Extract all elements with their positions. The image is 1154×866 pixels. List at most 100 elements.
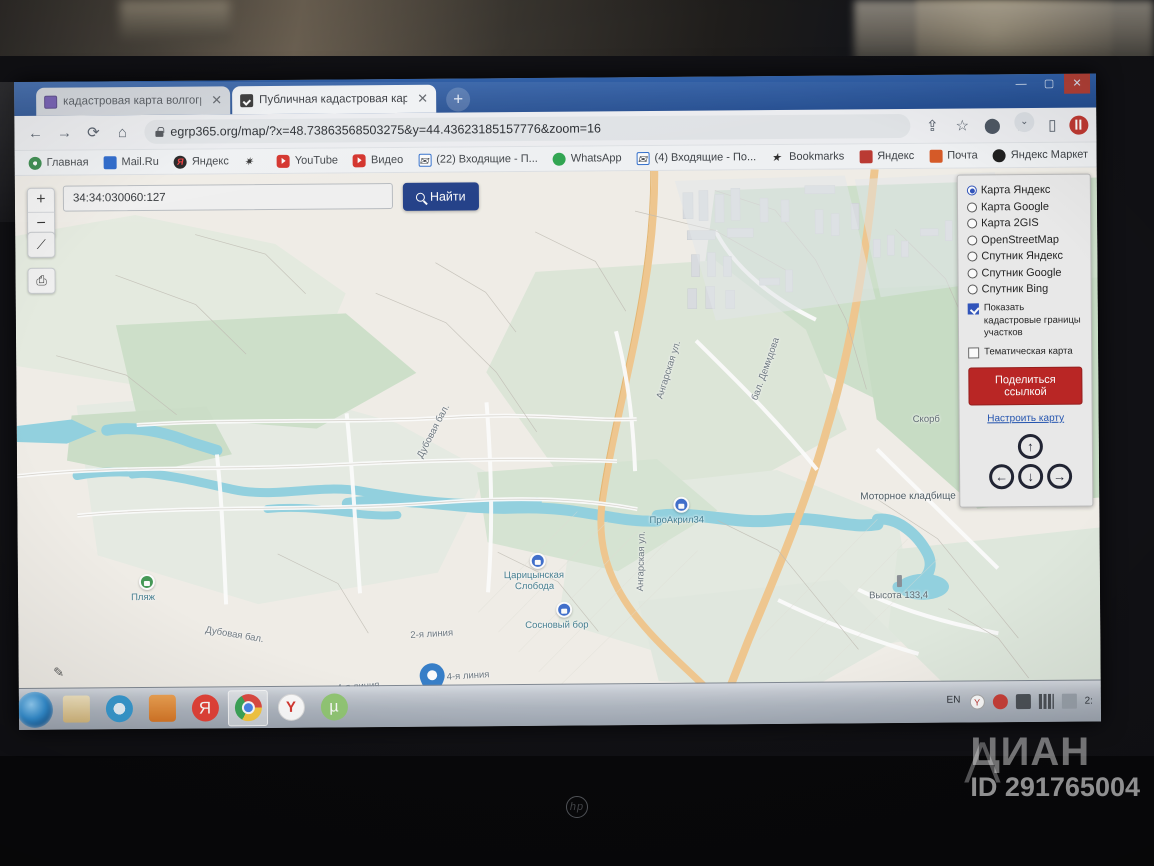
- layer-label: OpenStreetMap: [981, 233, 1059, 246]
- taskbar-chrome-icon[interactable]: [227, 689, 269, 726]
- search-icon: [415, 192, 425, 202]
- bookmark-item[interactable]: Яндекс: [168, 153, 235, 171]
- search-input[interactable]: 34:34:030060:127: [62, 183, 394, 212]
- bookmark-item[interactable]: Почта: [923, 147, 984, 164]
- bookmark-label: (22) Входящие - П...: [436, 152, 538, 166]
- monitor-brand-logo: hp: [0, 796, 1154, 818]
- poi-label: ПроАкрил34: [649, 514, 705, 527]
- taskbar-yandex-icon[interactable]: [185, 690, 225, 726]
- close-tab-icon[interactable]: ✕: [207, 92, 222, 108]
- bookmark-item[interactable]: YouTube: [271, 152, 344, 170]
- poi-pin-proakril[interactable]: [673, 496, 690, 513]
- start-orb-icon[interactable]: [16, 691, 54, 728]
- hp-logo-text: hp: [566, 796, 588, 818]
- check-circle-favicon-icon: [240, 93, 254, 107]
- measure-tool-icon[interactable]: ⟋: [27, 231, 56, 258]
- pencil-tool-icon[interactable]: ✎: [47, 662, 71, 684]
- bookmark-item[interactable]: ★ Bookmarks: [765, 148, 850, 166]
- monitor-screen: кадастровая карта волгоградск ✕ Публична…: [14, 73, 1102, 730]
- share-link-button[interactable]: Поделиться ссылкой: [968, 366, 1083, 406]
- checkbox-thematic-map[interactable]: Тематическая карта: [968, 345, 1082, 359]
- bookmark-item[interactable]: ✉ (22) Входящие - П...: [412, 150, 544, 168]
- layer-label: Спутник Google: [981, 266, 1062, 279]
- layer-option-yandex-satellite[interactable]: Спутник Яндекс: [967, 249, 1081, 264]
- action-center-icon[interactable]: [1061, 693, 1077, 709]
- reload-icon[interactable]: ⟳: [80, 119, 106, 145]
- bookmark-item[interactable]: WhatsApp: [547, 150, 628, 168]
- bookmark-item[interactable]: Яндекс Маркет: [987, 146, 1094, 164]
- avatar[interactable]: [1069, 115, 1089, 135]
- setup-map-link[interactable]: Настроить карту: [969, 413, 1083, 425]
- home-icon[interactable]: ⌂: [109, 119, 135, 145]
- layer-option-2gis[interactable]: Карта 2GIS: [967, 216, 1081, 231]
- close-tab-icon[interactable]: ✕: [413, 91, 428, 107]
- bookmark-item[interactable]: ✷: [238, 153, 268, 170]
- map-canvas[interactable]: ПроАкрил34 Царицынская Слобода Сосновый …: [14, 167, 1101, 696]
- map-layers-panel: Карта Яндекс Карта Google Карта 2GIS Ope…: [956, 173, 1094, 508]
- layer-label: Карта Google: [980, 200, 1050, 213]
- poi-label: Пляж: [131, 591, 155, 604]
- volume-muted-icon[interactable]: [1015, 694, 1031, 710]
- layer-option-osm[interactable]: OpenStreetMap: [967, 232, 1081, 247]
- pan-down-icon[interactable]: ↓: [1018, 463, 1044, 490]
- checkbox-cadastral-borders[interactable]: Показать кадастровые границы участков: [967, 302, 1082, 340]
- browser-tab-1[interactable]: кадастровая карта волгоградск ✕: [36, 86, 231, 116]
- pan-right-icon[interactable]: →: [1047, 463, 1073, 489]
- extension-icon-3[interactable]: ▯: [1039, 112, 1065, 138]
- radio-icon: [967, 218, 978, 229]
- monument-icon: [896, 575, 902, 588]
- layer-option-google-map[interactable]: Карта Google: [966, 199, 1081, 214]
- bookmark-item[interactable]: Видео: [347, 151, 409, 168]
- tray-antivirus-icon[interactable]: [992, 694, 1008, 710]
- bookmark-item[interactable]: Mail.Ru: [97, 153, 164, 171]
- back-icon[interactable]: ←: [22, 120, 48, 146]
- language-indicator[interactable]: EN: [946, 695, 961, 710]
- bookmark-item[interactable]: Главная: [23, 154, 95, 172]
- forward-icon[interactable]: →: [51, 120, 77, 146]
- layer-option-yandex-map[interactable]: Карта Яндекс: [966, 183, 1081, 198]
- share-icon[interactable]: ⇪: [919, 113, 945, 139]
- lock-icon: [155, 127, 163, 137]
- bookmark-item[interactable]: Яндекс: [853, 147, 920, 165]
- bookmark-label: WhatsApp: [570, 152, 622, 165]
- taskbar-utorrent-icon[interactable]: [314, 689, 354, 725]
- bookmark-label: Главная: [46, 156, 89, 169]
- tray-yandex-icon[interactable]: [969, 694, 985, 710]
- taskbar-yandex-browser-icon[interactable]: [271, 689, 311, 725]
- browser-tab-2[interactable]: Публичная кадастровая карта Е ✕: [232, 84, 437, 115]
- address-bar[interactable]: egrp365.org/map/?x=48.73863568503275&y=4…: [144, 113, 911, 144]
- chevron-down-icon[interactable]: ⌄: [1014, 111, 1035, 133]
- pan-left-icon[interactable]: ←: [989, 464, 1015, 490]
- network-signal-icon[interactable]: [1038, 693, 1054, 709]
- yandex-icon: [173, 155, 187, 169]
- taskbar-media-player-icon[interactable]: [142, 690, 182, 726]
- zoom-control[interactable]: + −: [26, 187, 56, 238]
- room-window-glare: [916, 0, 1112, 60]
- layer-option-google-satellite[interactable]: Спутник Google: [967, 265, 1081, 280]
- close-window-button[interactable]: ✕: [1063, 73, 1091, 94]
- pan-up-icon[interactable]: ↑: [1017, 433, 1043, 460]
- map-graphics: [14, 167, 1101, 696]
- bookmark-label: Яндекс: [191, 155, 229, 168]
- clock[interactable]: 2:: [1085, 696, 1093, 707]
- zoom-in-button[interactable]: +: [27, 188, 55, 213]
- layer-option-bing-satellite[interactable]: Спутник Bing: [967, 282, 1082, 297]
- taskbar-explorer-icon[interactable]: [56, 691, 96, 727]
- bookmark-item[interactable]: ✉ (4) Входящие - По...: [630, 149, 762, 167]
- extension-icon-1[interactable]: ⬤: [979, 112, 1005, 138]
- print-tool-icon[interactable]: ⎙: [27, 267, 56, 294]
- search-button[interactable]: Найти: [402, 182, 479, 211]
- poi-pin-sosnovyj-bor[interactable]: [556, 601, 573, 618]
- checkbox-icon: [967, 303, 979, 315]
- maximize-button[interactable]: ▢: [1036, 74, 1062, 94]
- radio-icon: [967, 251, 978, 262]
- poi-pin-caricynskaya[interactable]: [529, 552, 546, 569]
- minimize-button[interactable]: —: [1008, 74, 1034, 94]
- poi-pin-plyazh[interactable]: [138, 573, 155, 591]
- search-button-label: Найти: [429, 189, 466, 204]
- street-label-angarskaya: Ангарская ул.: [635, 530, 648, 592]
- new-tab-button[interactable]: +: [446, 87, 471, 112]
- bookmark-star-icon[interactable]: ☆: [949, 112, 975, 138]
- taskbar-internet-explorer-icon[interactable]: [99, 691, 139, 727]
- url-text: egrp365.org/map/?x=48.73863568503275&y=4…: [170, 121, 602, 139]
